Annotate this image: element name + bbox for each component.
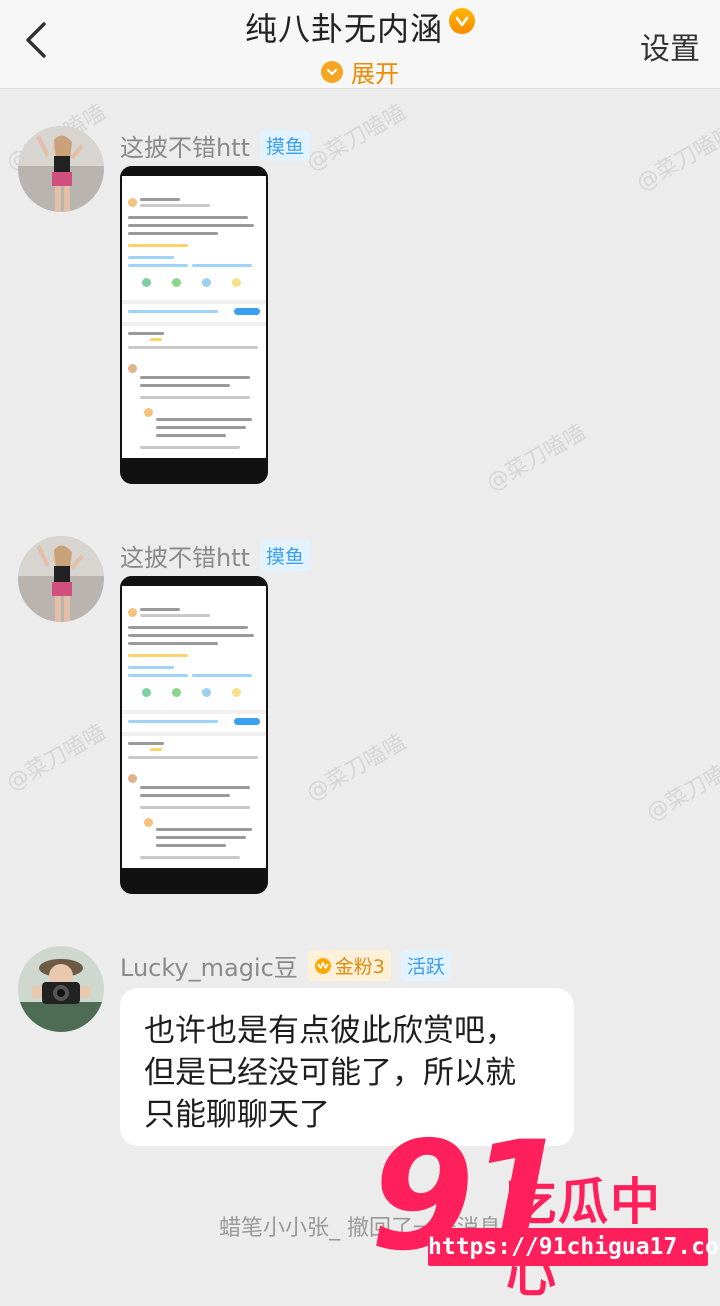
avatar[interactable] [18, 536, 104, 622]
chat-header: 纯八卦无内涵 展开 设置 [0, 0, 720, 89]
sender-row: 这披不错htt 摸鱼 [120, 128, 311, 163]
watermark: @菜刀嗑嗑 [302, 99, 411, 177]
message-text-line: 也许也是有点彼此欣赏吧， [144, 1013, 516, 1049]
watermark: @菜刀嗑嗑 [632, 119, 720, 197]
sender-row: 这披不错htt 摸鱼 [120, 538, 311, 573]
member-tag: 摸鱼 [260, 130, 311, 161]
image-message[interactable] [120, 166, 268, 484]
sender-name[interactable]: 这披不错htt [120, 538, 250, 573]
watermark: @菜刀嗑嗑 [642, 749, 720, 827]
member-tag: 摸鱼 [260, 540, 311, 571]
watermark: @菜刀嗑嗑 [2, 719, 111, 797]
expand-label: 展开 [351, 60, 399, 88]
site-logo: 91 吃瓜中心 https://91chigua17.com [370, 1122, 720, 1303]
settings-button[interactable]: 设置 [640, 24, 700, 68]
member-tag: 活跃 [400, 950, 451, 981]
expand-toggle[interactable]: 展开 [0, 54, 720, 89]
chevron-down-icon [321, 60, 343, 83]
title-area: 纯八卦无内涵 展开 [0, 0, 720, 89]
fan-level-badge: 金粉3 [307, 950, 391, 981]
message-text-line: 但是已经没可能了，所以就 [144, 1055, 516, 1091]
sender-name[interactable]: 这披不错htt [120, 128, 250, 163]
group-title: 纯八卦无内涵 [244, 10, 443, 48]
crown-icon [314, 957, 331, 974]
sender-row: Lucky_magic豆 金粉3 活跃 [120, 948, 451, 983]
logo-url: https://91chigua17.com [428, 1228, 720, 1266]
verified-badge-icon [449, 8, 475, 34]
fan-level-label: 金粉3 [334, 956, 385, 978]
avatar[interactable] [18, 126, 104, 212]
avatar[interactable] [18, 946, 104, 1032]
image-message[interactable] [120, 576, 268, 894]
sender-name[interactable]: Lucky_magic豆 [120, 948, 298, 983]
watermark: @菜刀嗑嗑 [302, 729, 411, 807]
watermark: @菜刀嗑嗑 [482, 419, 591, 497]
